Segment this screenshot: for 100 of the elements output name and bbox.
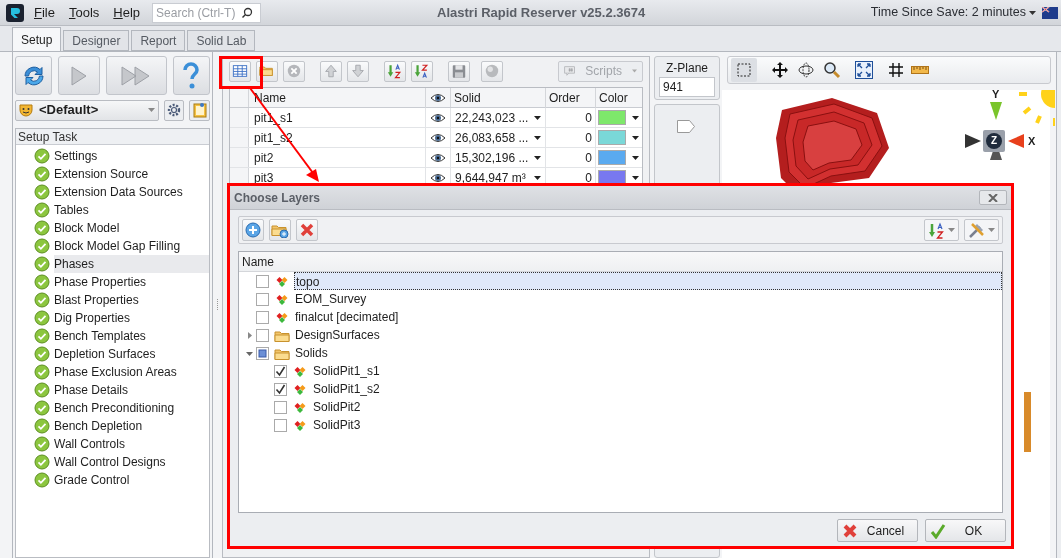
- move-icon[interactable]: [771, 61, 789, 79]
- column-header[interactable]: Color: [596, 88, 642, 108]
- task-list-item[interactable]: Block Model Gap Filling: [54, 237, 209, 255]
- layer-icon: [274, 310, 290, 324]
- check-icon: [34, 184, 50, 200]
- save-button[interactable]: [448, 60, 470, 82]
- table-button[interactable]: [229, 60, 251, 82]
- cancel-button[interactable]: Cancel: [837, 519, 918, 542]
- column-header[interactable]: Order: [546, 88, 596, 108]
- check-icon: [34, 400, 50, 416]
- tree-item[interactable]: EOM_Survey: [294, 290, 367, 308]
- task-list-item[interactable]: Tables: [54, 201, 209, 219]
- checkbox[interactable]: [256, 274, 269, 288]
- move-down-button[interactable]: [347, 60, 369, 82]
- task-list-item[interactable]: Phase Exclusion Areas: [54, 363, 209, 381]
- menu-item[interactable]: Tools: [67, 2, 101, 23]
- menu-item[interactable]: Help: [112, 2, 142, 23]
- add-layer-button[interactable]: [242, 219, 264, 241]
- task-list-item[interactable]: Block Model: [54, 219, 209, 237]
- solid-dropdown[interactable]: 26,083,658 ...: [451, 128, 546, 147]
- help-button[interactable]: [172, 56, 210, 95]
- sort-ascending-button[interactable]: [384, 60, 406, 82]
- ruler-icon[interactable]: [911, 65, 929, 75]
- ok-button[interactable]: OK: [925, 519, 1006, 542]
- task-list-item[interactable]: Bench Templates: [54, 327, 209, 345]
- checkbox[interactable]: [256, 292, 269, 306]
- play-button[interactable]: [58, 56, 100, 95]
- tree-item[interactable]: finalcut [decimated]: [294, 308, 399, 326]
- task-list-item[interactable]: Grade Control: [54, 471, 209, 489]
- tree-item[interactable]: SolidPit1_s2: [312, 380, 380, 398]
- splitter-grip-icon[interactable]: [216, 299, 219, 311]
- checkbox[interactable]: [274, 400, 287, 414]
- tab[interactable]: Report: [131, 30, 186, 51]
- color-dropdown[interactable]: [596, 148, 642, 167]
- check-icon: [34, 148, 50, 164]
- z-plane-input[interactable]: 941: [659, 77, 715, 97]
- solid-dropdown[interactable]: 22,243,023 ...: [451, 108, 546, 127]
- checkbox[interactable]: [274, 418, 287, 432]
- check-icon: [34, 310, 50, 326]
- tree-item[interactable]: SolidPit1_s1: [312, 362, 380, 380]
- task-list-item[interactable]: Settings: [54, 147, 209, 165]
- save-status-dropdown[interactable]: Time Since Save: 2 minutes: [870, 3, 1036, 22]
- checkbox[interactable]: [256, 346, 269, 360]
- solid-dropdown[interactable]: 15,302,196 ...: [451, 148, 546, 167]
- color-dropdown[interactable]: [596, 128, 642, 147]
- tab[interactable]: Setup: [12, 27, 62, 51]
- color-dropdown[interactable]: [596, 108, 642, 127]
- close-button[interactable]: [979, 190, 1007, 205]
- expand-arrow-icon[interactable]: [245, 331, 253, 339]
- task-list-item[interactable]: Blast Properties: [54, 291, 209, 309]
- task-list-item[interactable]: Extension Data Sources: [54, 183, 209, 201]
- task-list-item[interactable]: Dig Properties: [54, 309, 209, 327]
- refresh-button[interactable]: [15, 56, 53, 95]
- search-icon[interactable]: [241, 6, 254, 19]
- remove-button[interactable]: [283, 60, 305, 82]
- check-icon: [34, 292, 50, 308]
- clipboard-button[interactable]: [189, 99, 210, 121]
- checkbox[interactable]: [256, 328, 269, 342]
- task-list-item[interactable]: Phase Details: [54, 381, 209, 399]
- help-icon: [182, 61, 201, 90]
- slider-thumb[interactable]: [677, 120, 695, 133]
- checkbox[interactable]: [274, 364, 287, 378]
- check-icon: [34, 436, 50, 452]
- column-header[interactable]: Solid: [451, 88, 546, 108]
- checkbox[interactable]: [274, 382, 287, 396]
- collapse-arrow-icon[interactable]: [245, 349, 253, 357]
- profile-dropdown[interactable]: <Default>: [15, 99, 159, 121]
- tree-item[interactable]: DesignSurfaces: [294, 326, 380, 344]
- tab[interactable]: Solid Lab: [187, 30, 256, 51]
- move-up-button[interactable]: [320, 60, 342, 82]
- sort-descending-button[interactable]: [411, 60, 433, 82]
- task-list-item[interactable]: Extension Source: [54, 165, 209, 183]
- task-list-item[interactable]: Phase Properties: [54, 273, 209, 291]
- add-folder-button[interactable]: [269, 219, 291, 241]
- task-list-item[interactable]: Wall Controls: [54, 435, 209, 453]
- task-list-item[interactable]: Phases: [54, 255, 209, 273]
- settings-button[interactable]: [163, 99, 185, 121]
- task-list-item[interactable]: Wall Control Designs: [54, 453, 209, 471]
- zoom-icon[interactable]: [823, 61, 841, 79]
- grid-icon[interactable]: [889, 63, 903, 77]
- tree-item[interactable]: Solids: [294, 344, 328, 362]
- task-list-item[interactable]: Bench Preconditioning: [54, 399, 209, 417]
- tree-item[interactable]: SolidPit2: [312, 398, 361, 416]
- tree-item[interactable]: topo: [294, 272, 1002, 290]
- tree-item[interactable]: SolidPit3: [312, 416, 361, 434]
- select-tool-button[interactable]: [731, 58, 757, 82]
- checkbox[interactable]: [256, 310, 269, 324]
- column-header[interactable]: Name: [239, 252, 1002, 272]
- task-list-item[interactable]: Bench Depletion: [54, 417, 209, 435]
- search-field[interactable]: Search (Ctrl-T): [152, 2, 262, 23]
- tools-dropdown[interactable]: [964, 219, 999, 241]
- rotate-icon[interactable]: [797, 61, 815, 79]
- menu-item[interactable]: File: [33, 2, 56, 23]
- task-list-item[interactable]: Depletion Surfaces: [54, 345, 209, 363]
- delete-button[interactable]: [296, 219, 318, 241]
- fit-view-icon[interactable]: [855, 61, 873, 79]
- z-axis-button[interactable]: Z: [983, 130, 1005, 152]
- caret-icon: [632, 155, 639, 160]
- tab[interactable]: Designer: [63, 30, 130, 51]
- sort-dropdown[interactable]: [924, 219, 959, 241]
